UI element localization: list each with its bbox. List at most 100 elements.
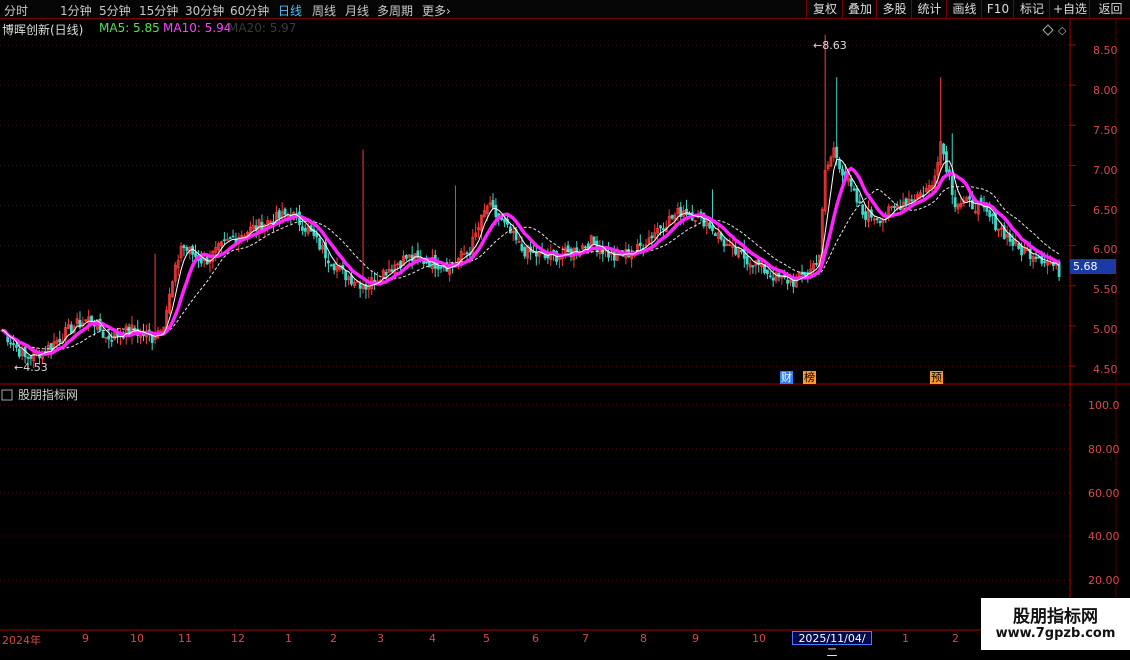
candle-body: [326, 260, 330, 264]
candle-body: [26, 356, 30, 359]
candle-body: [893, 206, 896, 208]
pointer-arrow-icon: ←: [813, 39, 823, 52]
month-label: 8: [640, 632, 647, 645]
month-label: 5: [483, 632, 490, 645]
watermark-logo: 股朋指标网 www.7gpzb.com: [981, 598, 1130, 650]
candle-body: [638, 242, 642, 247]
candle-body: [390, 269, 394, 272]
candle-body: [332, 263, 336, 271]
candle-body: [107, 335, 111, 340]
candle-body: [714, 233, 717, 236]
price-tick: 5.00: [1093, 323, 1118, 336]
candle-body: [904, 198, 908, 205]
candle-body: [751, 265, 755, 268]
ma10-label: MA10: 5.94: [163, 21, 232, 35]
candle-body: [543, 254, 547, 259]
sub-tick: 80.00: [1088, 443, 1120, 456]
sub-tick: 100.0: [1088, 399, 1120, 412]
candle-body: [503, 218, 506, 223]
ma20-line: [1, 186, 1060, 350]
watermark-url: www.7gpzb.com: [995, 626, 1116, 641]
candle-body: [584, 246, 587, 249]
candle-body: [968, 196, 971, 200]
candle-body: [494, 204, 498, 218]
collapse-icon[interactable]: [1, 389, 13, 401]
low-value: 4.53: [23, 361, 48, 374]
month-label: 9: [692, 632, 699, 645]
candle-body: [1034, 256, 1038, 259]
candle-body: [182, 245, 186, 249]
candle-body: [277, 210, 281, 219]
watermark-title: 股朋指标网: [1013, 607, 1098, 627]
candle-body: [9, 342, 13, 345]
candle-body: [722, 239, 726, 247]
candle-body: [110, 340, 114, 342]
candle-body: [950, 176, 954, 196]
candle-body: [439, 266, 443, 269]
sub-tick: 60.00: [1088, 487, 1120, 500]
candle-body: [953, 197, 957, 208]
candle-body: [878, 220, 882, 224]
candle-body: [765, 269, 769, 274]
candle-body: [465, 252, 469, 255]
candle-body: [852, 188, 856, 191]
sub-panel-title: 股朋指标网: [18, 388, 79, 402]
event-badge-finance[interactable]: 财: [780, 371, 793, 384]
candle-body: [199, 257, 203, 264]
candle-body: [910, 199, 914, 202]
candle-body: [523, 247, 527, 257]
candle-body: [69, 324, 73, 334]
candle-body: [835, 146, 839, 159]
candle-body: [898, 207, 902, 210]
crosshair-date: 2025/11/04/二: [792, 631, 872, 659]
month-label: 11: [178, 632, 192, 645]
candle-body: [520, 243, 524, 251]
ma20-label: MA20: 5.97: [228, 21, 297, 35]
candle-body: [670, 215, 674, 219]
price-tick: 5.50: [1093, 283, 1118, 296]
candle-body: [991, 214, 995, 216]
candle-body: [1011, 239, 1015, 246]
candle-body: [875, 218, 879, 221]
month-label: 1: [285, 632, 292, 645]
price-tick: 7.50: [1093, 124, 1118, 137]
candle-body: [734, 247, 738, 255]
diamond-icon[interactable]: [1042, 24, 1054, 36]
candle-body: [942, 143, 945, 155]
candle-body: [231, 235, 235, 238]
candle-body: [708, 222, 712, 229]
event-badge-rank[interactable]: 榜: [803, 371, 816, 384]
candle-body: [612, 251, 616, 261]
candle-body: [659, 225, 662, 229]
candle-body: [841, 168, 844, 176]
month-label: 6: [532, 632, 539, 645]
price-tick: 8.50: [1093, 44, 1118, 57]
candle-body: [416, 250, 420, 258]
month-label: 12: [231, 632, 245, 645]
candle-body: [491, 200, 495, 208]
panel-close-icon[interactable]: ◇: [1058, 24, 1067, 37]
high-value: 8.63: [822, 39, 847, 52]
sub-tick: 40.00: [1088, 530, 1120, 543]
chart-canvas[interactable]: ◇: [0, 0, 1130, 650]
candle-body: [1043, 261, 1047, 264]
low-annotation: ←4.53: [14, 361, 48, 374]
candle-body: [745, 256, 749, 265]
candle-body: [436, 265, 440, 270]
month-label: 7: [582, 632, 589, 645]
candle-body: [404, 254, 408, 259]
candle-body: [425, 260, 428, 264]
month-label: 2024年: [2, 634, 41, 647]
candle-body: [768, 275, 772, 278]
month-label: 2: [330, 632, 337, 645]
candle-body: [90, 315, 93, 322]
candle-body: [1040, 255, 1044, 264]
candle-body: [228, 237, 232, 240]
candle-body: [662, 228, 665, 231]
stock-title: 博晖创新(日线): [2, 23, 84, 37]
candle-body: [815, 263, 818, 265]
event-badge-forecast[interactable]: 预: [930, 371, 943, 384]
current-price-tag: 5.68: [1070, 259, 1116, 274]
candle-body: [685, 208, 688, 215]
candle-body: [1057, 261, 1061, 277]
